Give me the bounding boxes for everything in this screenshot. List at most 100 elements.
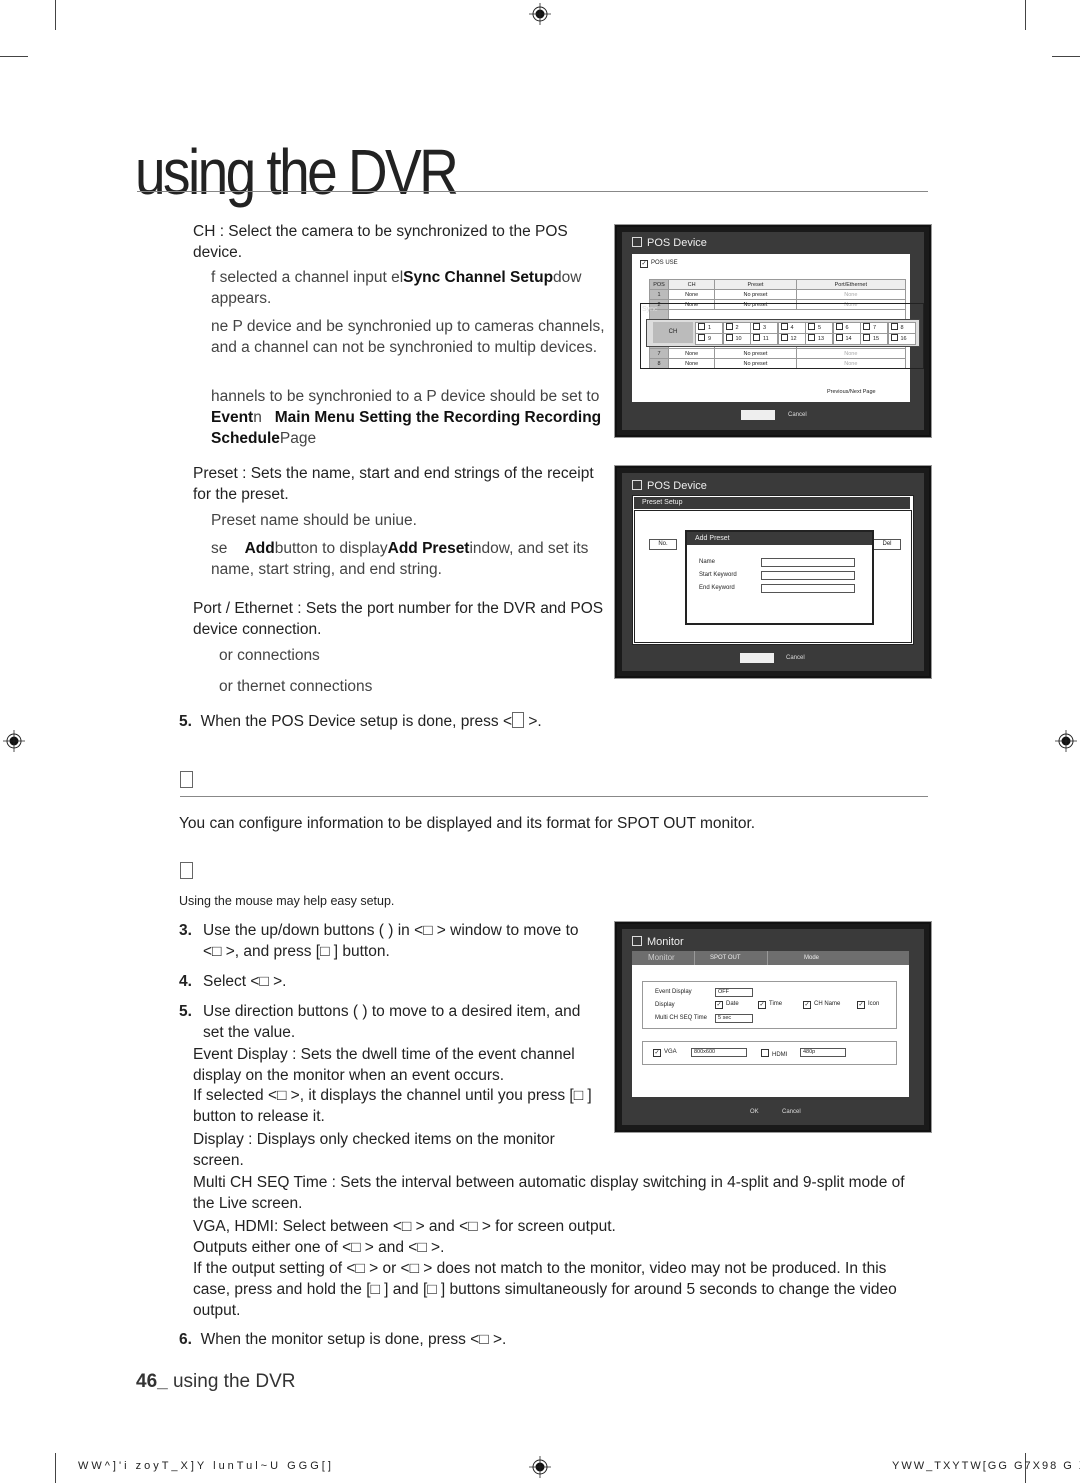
crop-mark — [55, 0, 56, 30]
display-label: Display — [655, 1002, 675, 1008]
hdmi-resolution-field[interactable]: 480p — [800, 1048, 846, 1057]
port-note-1: or connections — [219, 647, 320, 664]
add-preset-dialog: Add Preset Name Start Keyword End Keywor… — [685, 530, 874, 625]
end-keyword-input[interactable] — [761, 584, 855, 593]
col-header: Preset — [714, 279, 797, 290]
event-display-label: Event Display — [655, 989, 692, 995]
dialog-title: Add Preset — [687, 532, 872, 545]
field-label: Start Keyword — [699, 572, 737, 578]
tab-spot-out[interactable]: SPOT OUT — [710, 955, 741, 961]
tab-mode[interactable]: Mode — [804, 955, 819, 961]
preset-note-1: Preset name should be uniue. — [211, 512, 417, 529]
spot-intro: You can configure information to be disp… — [179, 815, 756, 832]
cancel-button[interactable]: Cancel — [788, 412, 807, 418]
vga-resolution-field[interactable]: 800x600 — [691, 1048, 747, 1057]
title-rule — [137, 191, 928, 192]
sync-ch-label: CH — [653, 322, 693, 343]
cancel-button[interactable]: Cancel — [786, 655, 805, 661]
screen-title: POS Device — [647, 237, 707, 249]
step-5: 5. Use direction buttons ( ) to move to a… — [179, 1003, 581, 1041]
monitor-screenshot: Monitor Monitor SPOT OUT Mode Event Disp… — [615, 922, 931, 1132]
preset-description: Preset : Sets the name, start and end st… — [193, 465, 594, 503]
event-display-note: If selected <□ >, it displays the channe… — [193, 1087, 592, 1125]
sync-channel-panel: CH 1 2 3 4 5 6 7 8 9 10 11 12 13 14 15 16 — [646, 319, 920, 347]
seq-time-field[interactable]: 5 sec — [715, 1014, 753, 1023]
monitor-icon — [632, 936, 642, 946]
crop-mark — [1052, 56, 1080, 57]
name-input[interactable] — [761, 558, 855, 567]
display-date-checkbox[interactable]: ✓ Date — [715, 1001, 739, 1009]
vga-hdmi-desc: VGA, HDMI: Select between <□ > and <□ > … — [193, 1218, 616, 1235]
ok-button[interactable] — [741, 410, 775, 420]
display-desc: Display : Displays only checked items on… — [193, 1131, 555, 1169]
seq-time-desc: Multi CH SEQ Time : Sets the interval be… — [193, 1174, 905, 1212]
sync-channel-checkbox[interactable]: 10 — [722, 333, 751, 345]
ch-note-1: f selected a channel input elSync Channe… — [211, 269, 582, 307]
start-keyword-input[interactable] — [761, 571, 855, 580]
hdmi-checkbox[interactable]: HDMI — [761, 1049, 787, 1058]
pos-device-screenshot: POS Device ✓ POS USE POS CH Preset Port/E… — [615, 225, 931, 437]
display-time-checkbox[interactable]: ✓ Time — [758, 1001, 782, 1009]
seq-time-label: Multi CH SEQ Time — [655, 1015, 708, 1021]
pos-preset-screenshot: POS Device Preset Setup No. Del Add Pres… — [615, 466, 931, 678]
port-description: Port / Ethernet : Sets the port number f… — [193, 600, 604, 638]
menu-icon — [632, 237, 642, 247]
registration-mark-icon — [529, 1456, 551, 1478]
preset-setup-title: Preset Setup — [634, 497, 910, 509]
ch-description: CH : Select the camera to be synchronize… — [193, 223, 568, 261]
pager-link[interactable]: Previous/Next Page — [827, 389, 876, 395]
col-del: Del — [873, 539, 901, 550]
port-note-2: or thernet connections — [219, 678, 373, 695]
pos-use-checkbox[interactable]: ✓ POS USE — [640, 260, 678, 268]
registration-mark-icon — [3, 730, 25, 752]
registration-mark-icon — [1055, 730, 1077, 752]
subheading-glyph — [180, 862, 193, 882]
registration-mark-icon — [529, 3, 551, 25]
tab-bar: Monitor SPOT OUT Mode — [632, 951, 909, 965]
sync-channel-checkbox[interactable]: 15 — [860, 333, 888, 345]
display-settings-group: Event Display OFF Display ✓ Date ✓ Time ✓ C… — [642, 981, 897, 1029]
sync-channel-checkbox[interactable]: 12 — [777, 333, 806, 345]
sync-channel-checkbox[interactable]: 14 — [832, 333, 861, 345]
step-3: 3. Use the up/down buttons ( ) in <□ > wi… — [179, 922, 579, 960]
tab-monitor[interactable]: Monitor — [648, 953, 675, 962]
vga-hdmi-note-1: Outputs either one of <□ > and <□ >. — [193, 1239, 445, 1256]
section-heading-glyph — [180, 771, 193, 791]
col-header: CH — [667, 279, 716, 290]
print-code-left: WW^]'i zoyT_X]Y lunTul~U GGG[] — [78, 1460, 334, 1472]
step-4: 4. Select <□ >. — [179, 973, 287, 990]
vga-hdmi-note-2: If the output setting of <□ > or <□ > do… — [193, 1260, 897, 1319]
display-chname-checkbox[interactable]: ✓ CH Name — [803, 1001, 840, 1009]
step-6: 6. When the monitor setup is done, press… — [179, 1331, 507, 1348]
ok-button[interactable]: OK — [750, 1109, 759, 1115]
event-display-desc: Event Display : Sets the dwell time of t… — [193, 1046, 575, 1084]
screen-title: POS Device — [647, 480, 707, 492]
field-label: Name — [699, 559, 716, 565]
screen-title: Monitor — [647, 936, 684, 948]
event-display-field[interactable]: OFF — [715, 988, 753, 997]
display-icon-checkbox[interactable]: ✓ Icon — [857, 1001, 879, 1009]
sync-channel-checkbox[interactable]: 11 — [750, 333, 778, 345]
vga-checkbox[interactable]: ✓ VGA — [653, 1049, 677, 1057]
table-row[interactable]: 1 None No preset None — [649, 289, 907, 300]
sync-channel-checkbox[interactable]: 16 — [887, 333, 916, 345]
sync-channel-checkbox[interactable]: 9 — [695, 333, 723, 345]
section-rule — [180, 796, 928, 797]
sync-channel-checkbox[interactable]: 13 — [805, 333, 833, 345]
field-label: End Keyword — [699, 585, 735, 591]
page-title: using the DVR — [135, 136, 459, 208]
crop-mark — [55, 1453, 56, 1483]
mouse-note: Using the mouse may help easy setup. — [179, 894, 395, 908]
print-code-right: YWW_TXYTW[GG G7X98 G X — [892, 1460, 1080, 1472]
col-header: POS — [649, 279, 669, 290]
cancel-button[interactable]: Cancel — [782, 1109, 801, 1115]
crop-mark — [0, 56, 28, 57]
ch-note-3: hannels to be synchronied to a P device … — [211, 388, 602, 447]
col-no: No. — [649, 539, 677, 550]
ok-button[interactable] — [740, 653, 774, 663]
step-5-pos: 5. When the POS Device setup is done, pr… — [179, 712, 542, 730]
preset-note-2: se Addbutton to displayAdd Presetindow, … — [211, 540, 589, 578]
sync-overlay-label: Sync — [642, 306, 658, 313]
crop-mark — [1025, 0, 1026, 30]
col-header: Port/Ethernet — [795, 279, 907, 290]
